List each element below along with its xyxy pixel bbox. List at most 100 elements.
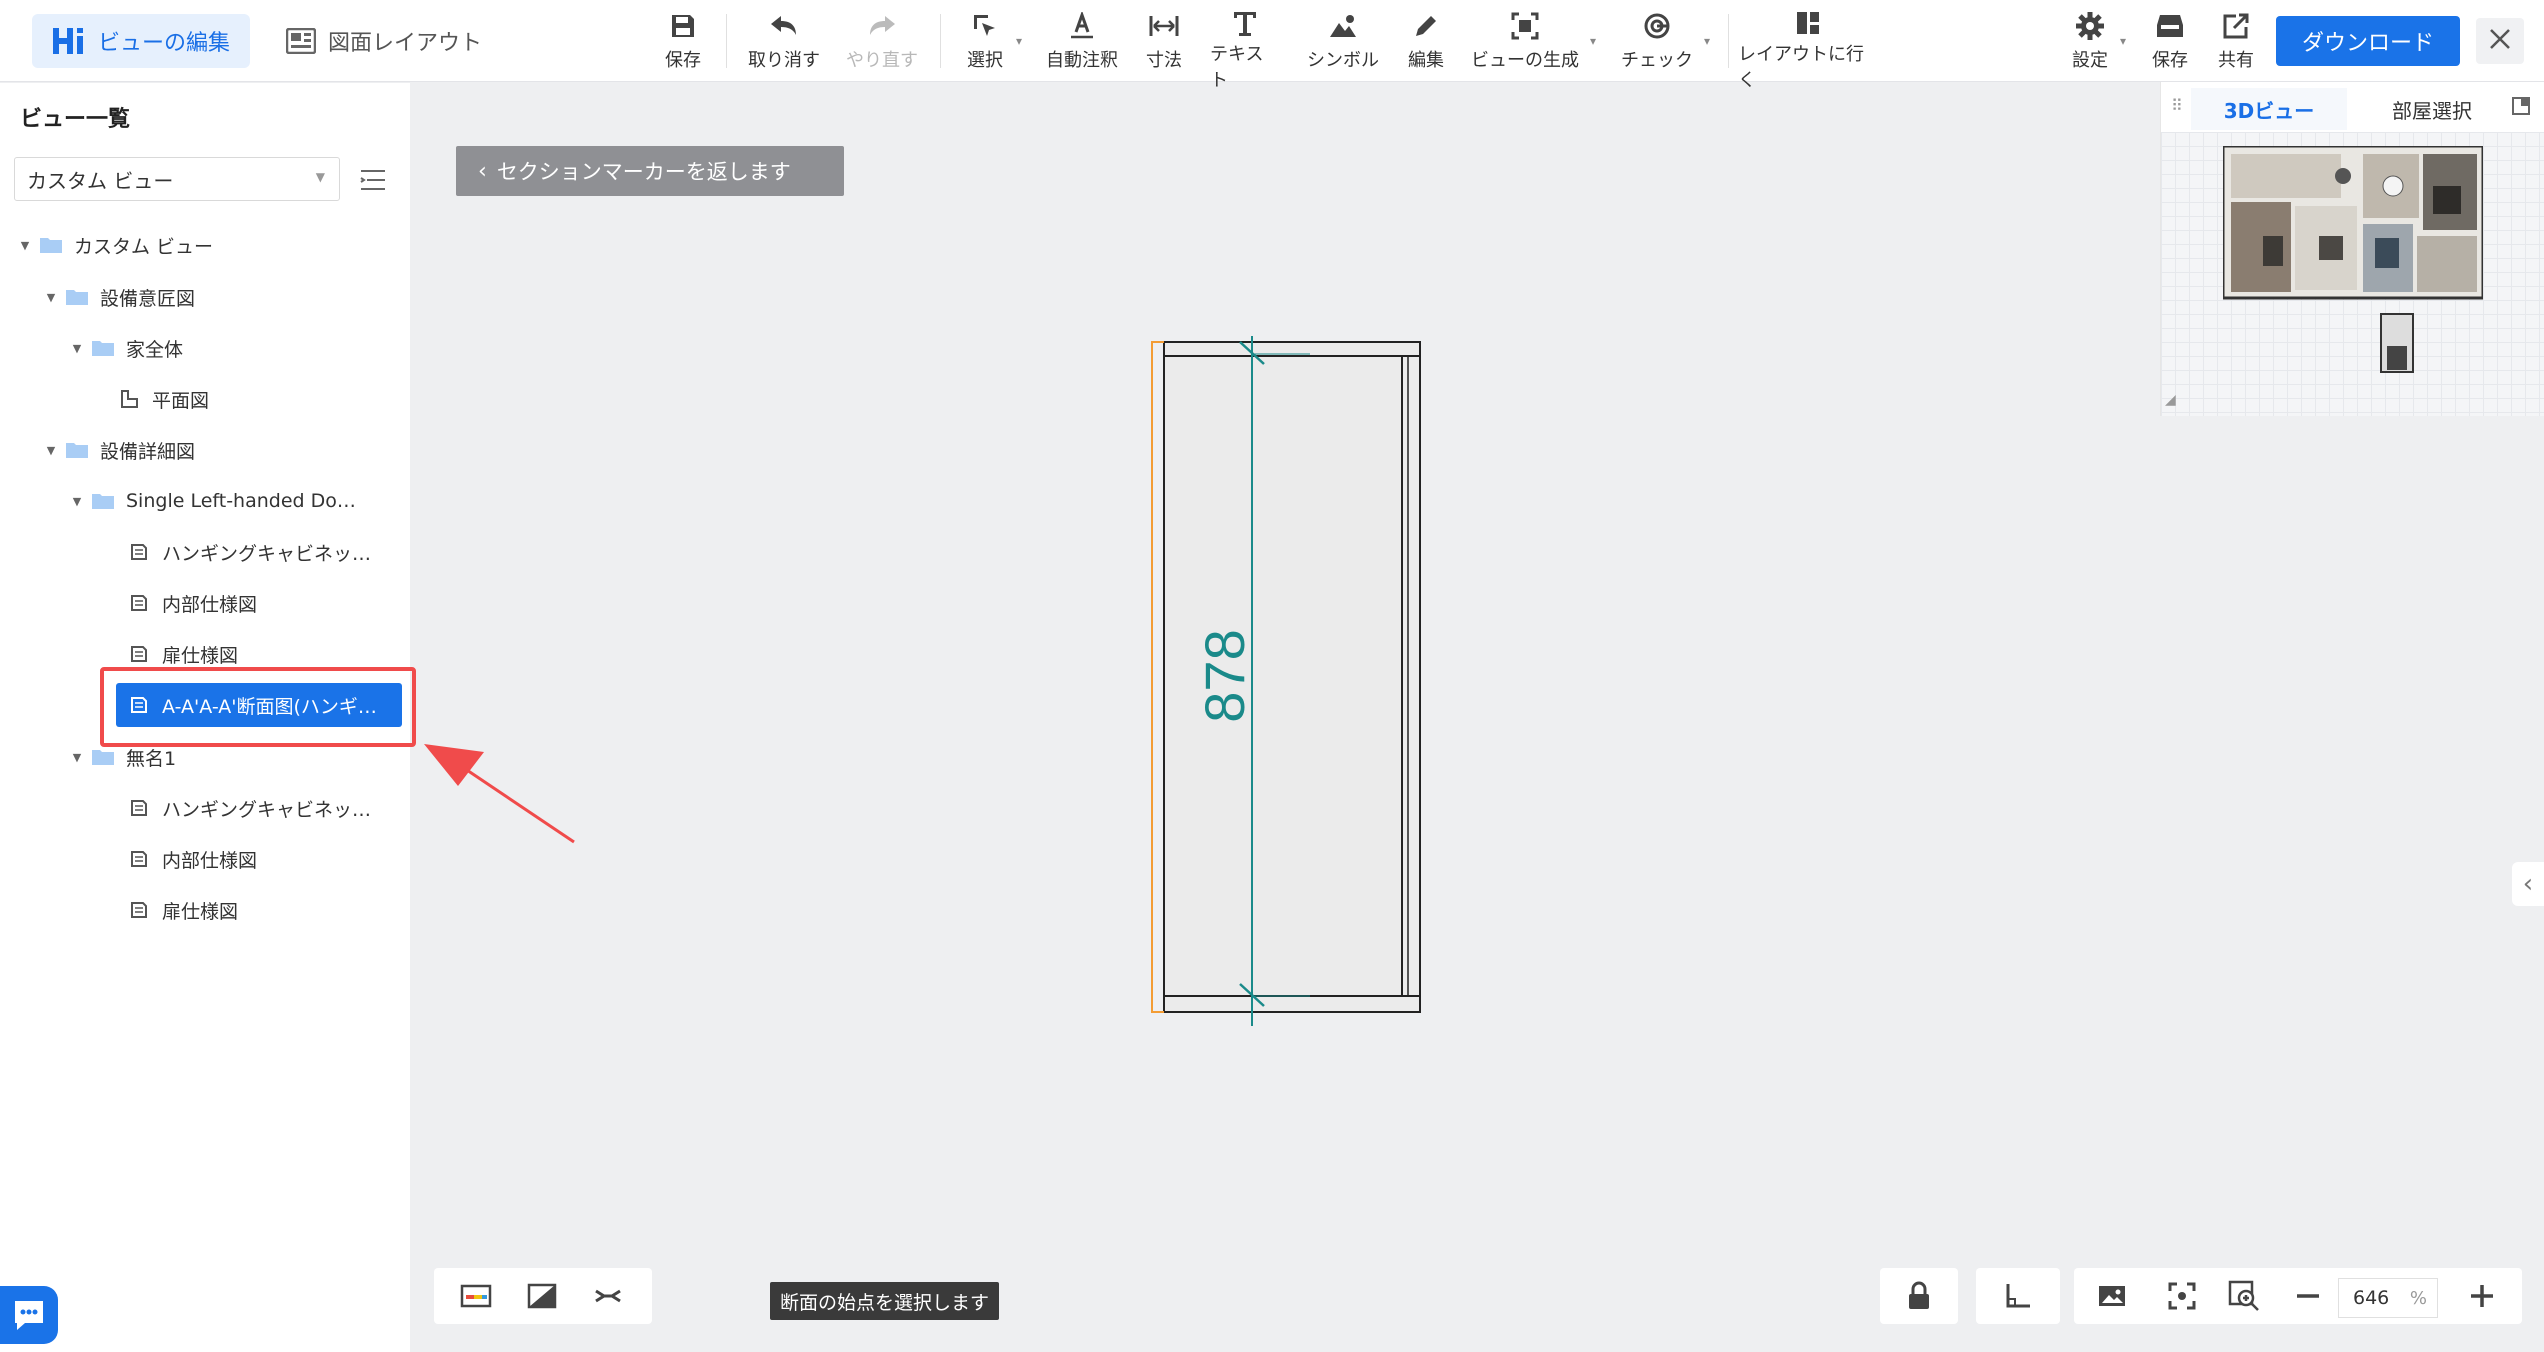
cabinet-view-icon (126, 848, 152, 870)
tree-label: ハンギングキャビネッ… (162, 542, 372, 565)
top-toolbar: ビューの編集 図面レイアウト 保存 取り消す やり直す 選択 ▾ 自動注釈 寸法… (0, 0, 2544, 91)
lock-bar (1880, 1268, 1958, 1324)
tab-view-edit-label: ビューの編集 (98, 31, 231, 56)
tree-label: 内部仕様図 (162, 849, 258, 872)
section-drawing[interactable]: 878 (1140, 336, 1440, 1040)
lock-icon (1909, 1281, 1929, 1309)
edit-label: 編集 (1408, 50, 1444, 71)
share-button[interactable]: 共有 (2216, 10, 2256, 72)
zoom-in-button[interactable] (2462, 1278, 2502, 1314)
text-icon (1228, 10, 1262, 36)
list-menu-button[interactable] (358, 165, 388, 195)
cabinet-view-icon (126, 899, 152, 921)
tree-item[interactable]: 扉仕様図 (126, 890, 392, 930)
select-label: 選択 (967, 50, 1003, 71)
tab-room-select[interactable]: 部屋選択 (2357, 88, 2507, 130)
tree-folder[interactable]: ▼ 家全体 (64, 328, 392, 368)
mini-3d-viewport[interactable]: ◢ (2161, 132, 2544, 416)
edit-button[interactable]: 編集 (1406, 10, 1446, 72)
export-image-button[interactable] (2092, 1278, 2132, 1314)
text-button[interactable]: テキスト (1210, 10, 1280, 91)
check-button[interactable]: チェック ▾ (1620, 10, 1710, 72)
plus-icon (2471, 1285, 2493, 1307)
cabinet-view-icon (126, 592, 152, 614)
tree-item[interactable]: 平面図 (116, 379, 392, 419)
lock-button[interactable] (1899, 1278, 1939, 1314)
palette-icon (460, 1284, 492, 1308)
tree-label: 設備意匠図 (100, 287, 196, 310)
save-button[interactable]: 保存 (662, 10, 704, 72)
tree-item[interactable]: 内部仕様図 (126, 583, 392, 623)
symbol-label: シンボル (1307, 50, 1379, 71)
expand-caret-icon: ▼ (72, 750, 82, 764)
chat-bubble-icon (15, 1301, 43, 1330)
dimension-value[interactable]: 878 (1193, 629, 1256, 722)
dimension-button[interactable]: 寸法 (1144, 10, 1184, 72)
tree-item[interactable]: ハンギングキャビネッ… (126, 532, 392, 572)
list-icon (360, 170, 385, 190)
layout-grid-icon (1791, 10, 1825, 36)
mini-view-panel: ⠿ 3Dビュー 部屋選択 ◢ (2160, 82, 2544, 416)
tab-3d-view[interactable]: 3Dビュー (2191, 88, 2347, 130)
gear-icon (2073, 10, 2107, 42)
pencil-icon (1409, 10, 1443, 42)
tree-item[interactable]: ハンギングキャビネッ… (126, 788, 392, 828)
drag-handle-icon[interactable]: ⠿ (2171, 96, 2183, 115)
floor-plan-icon (116, 388, 142, 410)
select-button[interactable]: 選択 ▾ (964, 10, 1022, 72)
tree-item[interactable]: 内部仕様図 (126, 839, 392, 879)
fill-toggle-button[interactable] (522, 1278, 562, 1314)
download-button[interactable]: ダウンロード (2276, 16, 2460, 66)
orthogonal-button[interactable] (1998, 1278, 2038, 1314)
undo-icon (767, 10, 801, 42)
expand-caret-icon: ▼ (46, 290, 56, 304)
folder-icon (38, 234, 64, 256)
app-logo-icon (52, 26, 86, 56)
expand-panel-icon[interactable] (2511, 96, 2531, 120)
auto-annotate-label: 自動注釈 (1046, 50, 1118, 71)
share-label: 共有 (2218, 50, 2254, 71)
ortho-bar (1976, 1268, 2060, 1324)
tree-label: Single Left-handed Door… (126, 490, 366, 512)
symbol-button[interactable]: シンボル (1306, 10, 1380, 72)
tree-folder[interactable]: ▼ 設備意匠図 (38, 277, 392, 317)
image-icon (2099, 1286, 2125, 1306)
folder-icon (90, 337, 116, 359)
zoom-window-button[interactable] (2224, 1278, 2264, 1314)
save-cloud-button[interactable]: 保存 (2150, 10, 2190, 72)
tree-folder[interactable]: ▼ Single Left-handed Door… (64, 481, 380, 521)
layout-icon (286, 28, 316, 54)
close-button[interactable] (2476, 18, 2524, 64)
hatch-button[interactable] (588, 1278, 628, 1314)
return-section-marker-button[interactable]: ‹ セクションマーカーを返します (456, 146, 844, 196)
layer-color-button[interactable] (456, 1278, 496, 1314)
settings-button[interactable]: 設定 ▾ (2070, 10, 2126, 72)
cabinet-view-icon (126, 541, 152, 563)
auto-annotate-button[interactable]: 自動注釈 (1046, 10, 1118, 72)
tab-view-edit[interactable]: ビューの編集 (32, 14, 250, 68)
tab-drawing-layout[interactable]: 図面レイアウト (266, 14, 506, 68)
auto-annotate-icon (1065, 10, 1099, 42)
share-icon (2219, 10, 2253, 42)
zoom-out-button[interactable] (2288, 1278, 2328, 1314)
check-target-icon (1640, 10, 1674, 42)
folder-icon (90, 746, 116, 768)
generate-view-button[interactable]: ビューの生成 ▾ (1470, 10, 1596, 72)
zoom-level-input[interactable]: 646 % (2338, 1278, 2438, 1318)
resize-handle-icon[interactable]: ◢ (2165, 392, 2176, 408)
tree-folder[interactable]: ▼ 設備詳細図 (38, 430, 392, 470)
fit-view-button[interactable] (2162, 1278, 2202, 1314)
symbol-icon (1326, 10, 1360, 42)
undo-button[interactable]: 取り消す (748, 10, 820, 72)
collapse-right-panel-button[interactable]: ‹ (2512, 862, 2544, 906)
chevron-down-icon: ▾ (2119, 34, 2126, 48)
tree-label: 平面図 (152, 389, 210, 412)
zoom-unit: % (2409, 1287, 2427, 1309)
redo-label: やり直す (846, 50, 918, 71)
view-type-select[interactable]: カスタム ビュー ▼ (14, 157, 340, 201)
chat-support-button[interactable] (0, 1286, 58, 1344)
redo-button[interactable]: やり直す (846, 10, 918, 72)
go-to-layout-button[interactable]: レイアウトに行く (1738, 10, 1878, 91)
tree-folder[interactable]: ▼ カスタム ビュー (12, 225, 392, 265)
folder-icon (64, 439, 90, 461)
